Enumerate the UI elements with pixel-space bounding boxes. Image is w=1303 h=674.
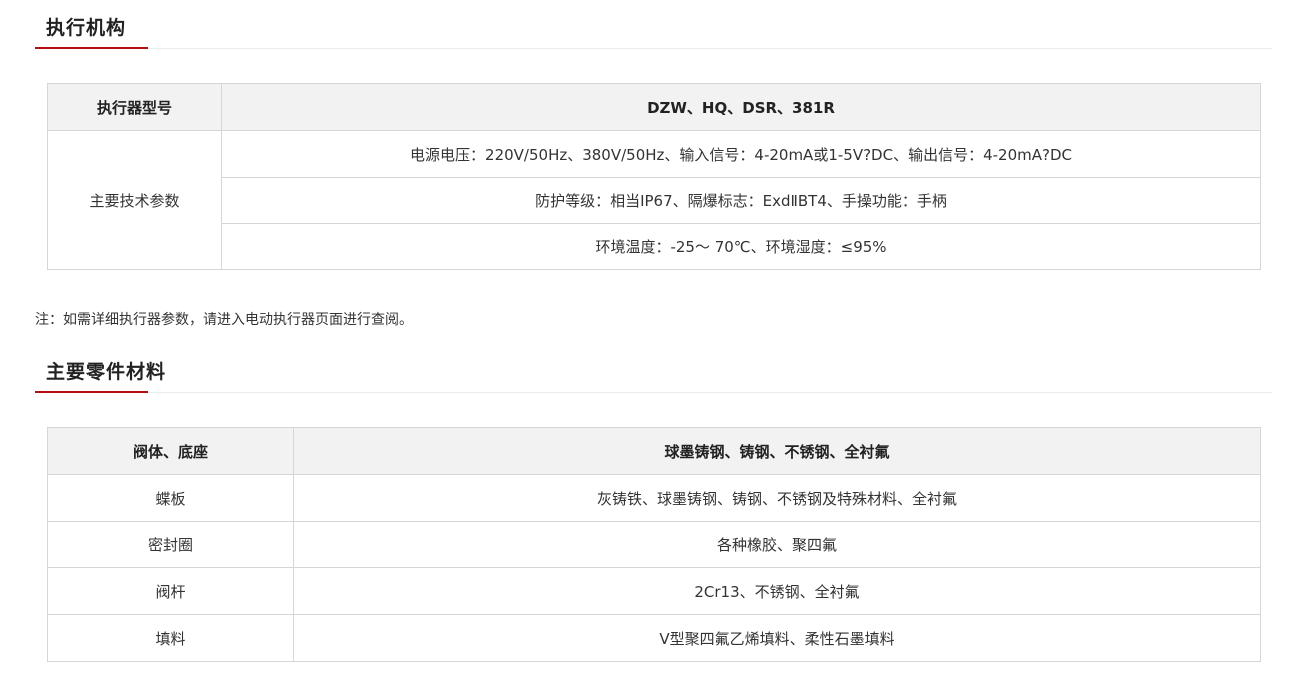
material-header-cell: 球墨铸钢、铸钢、不锈钢、全衬氟 <box>293 427 1261 475</box>
part-cell: 阀杆 <box>47 567 294 615</box>
material-cell: V型聚四氟乙烯填料、柔性石墨填料 <box>293 614 1261 662</box>
model-label-cell: 执行器型号 <box>47 83 222 131</box>
materials-section-title: 主要零件材料 <box>46 361 167 383</box>
params-label-cell: 主要技术参数 <box>47 130 222 270</box>
table-row: 密封圈 各种橡胶、聚四氟 <box>47 521 1261 568</box>
param-environment-cell: 环境温度：-25～ 70℃、环境湿度：≤95% <box>221 223 1261 270</box>
actuator-section-title: 执行机构 <box>46 17 127 39</box>
actuator-spec-table: 执行器型号 DZW、HQ、DSR、381R 主要技术参数 电源电压：220V/5… <box>47 83 1261 270</box>
actuator-section-header: 执行机构 <box>35 2 1272 49</box>
section-title-underline <box>35 47 148 49</box>
part-cell: 蝶板 <box>47 474 294 522</box>
section-title-underline <box>35 391 148 393</box>
materials-section-header: 主要零件材料 <box>35 346 1272 393</box>
table-row: 蝶板 灰铸铁、球墨铸钢、铸钢、不锈钢及特殊材料、全衬氟 <box>47 474 1261 522</box>
param-protection-cell: 防护等级：相当IP67、隔爆标志：ExdⅡBT4、手操功能：手柄 <box>221 177 1261 224</box>
part-cell: 填料 <box>47 614 294 662</box>
table-row: 防护等级：相当IP67、隔爆标志：ExdⅡBT4、手操功能：手柄 <box>48 177 1261 224</box>
table-row: 阀杆 2Cr13、不锈钢、全衬氟 <box>47 567 1261 615</box>
actuator-note: 注：如需详细执行器参数，请进入电动执行器页面进行查阅。 <box>35 312 413 328</box>
material-cell: 2Cr13、不锈钢、全衬氟 <box>293 567 1261 615</box>
materials-table: 阀体、底座 球墨铸钢、铸钢、不锈钢、全衬氟 蝶板 灰铸铁、球墨铸钢、铸钢、不锈钢… <box>47 427 1261 662</box>
material-cell: 各种橡胶、聚四氟 <box>293 521 1261 568</box>
part-cell: 密封圈 <box>47 521 294 568</box>
table-row: 主要技术参数 电源电压：220V/50Hz、380V/50Hz、输入信号：4-2… <box>47 130 1261 270</box>
model-value-cell: DZW、HQ、DSR、381R <box>221 83 1261 131</box>
part-header-cell: 阀体、底座 <box>47 427 294 475</box>
table-row: 填料 V型聚四氟乙烯填料、柔性石墨填料 <box>47 614 1261 662</box>
material-cell: 灰铸铁、球墨铸钢、铸钢、不锈钢及特殊材料、全衬氟 <box>293 474 1261 522</box>
table-row: 环境温度：-25～ 70℃、环境湿度：≤95% <box>48 223 1261 270</box>
param-power-cell: 电源电压：220V/50Hz、380V/50Hz、输入信号：4-20mA或1-5… <box>221 130 1261 178</box>
table-header-row: 阀体、底座 球墨铸钢、铸钢、不锈钢、全衬氟 <box>47 427 1261 475</box>
table-header-row: 执行器型号 DZW、HQ、DSR、381R <box>47 83 1261 131</box>
